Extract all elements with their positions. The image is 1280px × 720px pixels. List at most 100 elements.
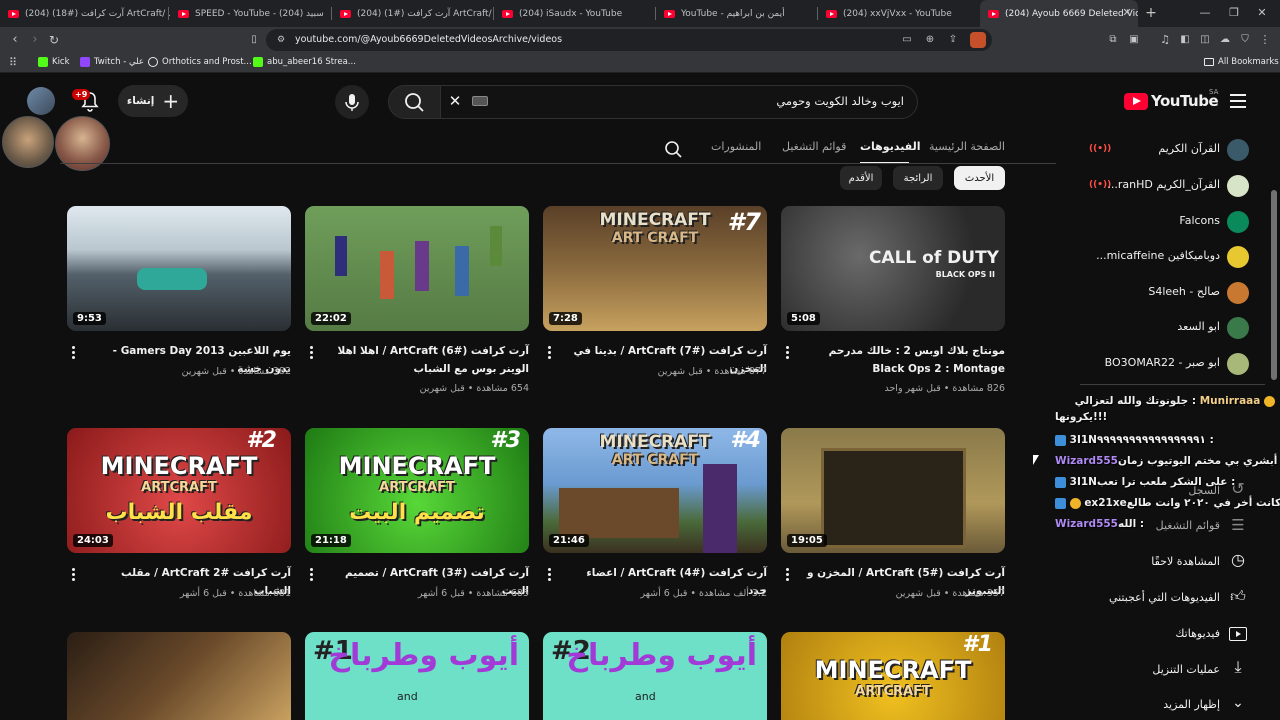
sidebar-item-downloads[interactable]: عمليات التنزيل	[1152, 663, 1220, 676]
video-menu-icon[interactable]	[548, 568, 552, 582]
video-thumbnail[interactable]: MINECRAFT ART CRAFT #4 21:46	[543, 428, 767, 553]
video-thumbnail[interactable]	[67, 632, 291, 720]
site-info-icon[interactable]: ⚙	[275, 33, 287, 47]
subscription-item[interactable]: القرآن_الكريم ranHD...	[1107, 178, 1220, 191]
sidebar-scrollbar[interactable]	[1271, 190, 1277, 380]
video-thumbnail[interactable]: MINECRAFT ARTCRAFT #1	[781, 632, 1005, 720]
chip-latest[interactable]: الأحدث	[954, 166, 1005, 190]
apps-icon[interactable]: ⠿	[6, 56, 20, 70]
browser-tab[interactable]: (204) xxVjVxx - YouTube	[818, 0, 980, 27]
subscription-item[interactable]: Falcons	[1179, 214, 1220, 227]
sidebar-item-show-more[interactable]: إظهار المزيد	[1163, 698, 1220, 711]
sidebar-item-your-videos[interactable]: فيديوهاتك	[1175, 627, 1220, 640]
bookmark-item[interactable]: Twitch - علي	[80, 57, 144, 67]
sidebar-item-watch-later[interactable]: المشاهدة لاحقًا	[1151, 555, 1220, 568]
sidebar-item-label: فيديوهاتك	[1175, 627, 1220, 640]
tab-home[interactable]: الصفحة الرئيسية	[929, 140, 1005, 153]
bookmark-label: Orthotics and Prost...	[162, 57, 252, 67]
video-title[interactable]: آرت كرافت (#6) ArtCraft / اهلا اهلا الوي…	[329, 342, 529, 378]
video-thumbnail[interactable]: #2 أيوب وطرباخ and	[543, 632, 767, 720]
share-icon[interactable]: ⇪	[946, 33, 960, 47]
sidebar-item-playlists[interactable]: قوائم التشغيل	[1156, 519, 1220, 532]
video-meta: 654 مشاهدة • قبل شهرين	[419, 383, 529, 394]
menu-icon[interactable]	[1230, 94, 1246, 108]
bookmark-item[interactable]: Kick	[38, 57, 70, 67]
new-tab-icon[interactable]: +	[1144, 6, 1158, 20]
subscription-item[interactable]: القرآن الكريم	[1158, 142, 1220, 155]
url-text[interactable]: youtube.com/@Ayoub6669DeletedVideosArchi…	[295, 34, 562, 45]
video-menu-icon[interactable]	[72, 346, 76, 360]
video-duration: 22:02	[311, 312, 351, 325]
avatar[interactable]	[27, 87, 55, 115]
extension-icon[interactable]	[970, 32, 986, 48]
bookmark-item[interactable]: Orthotics and Prost...	[148, 57, 252, 67]
thumbnail-text: CALL of DUTY	[868, 248, 999, 268]
browser-tab[interactable]: SPEED - YouTube - سبيد (204)	[170, 0, 332, 27]
keyboard-icon[interactable]	[472, 96, 488, 106]
video-menu-icon[interactable]	[310, 346, 314, 360]
youtube-logo-icon[interactable]	[1124, 93, 1148, 110]
create-button[interactable]: إنشاء +	[118, 85, 188, 117]
browser-tab[interactable]: (204) آرت كرافت (#18) ArtCraft/ الحلـ	[0, 0, 170, 27]
zoom-icon[interactable]: ⊕	[923, 33, 937, 47]
thumbnail-text: أيوب وطرباخ	[566, 638, 757, 673]
forward-icon[interactable]: ›	[28, 33, 42, 47]
shield-icon[interactable]: ⛉	[1238, 33, 1252, 47]
tab-videos[interactable]: الفيديوهات	[860, 140, 921, 153]
close-window-icon[interactable]: ✕	[1255, 6, 1269, 20]
thumbnail-number: #4	[730, 428, 761, 453]
video-thumbnail[interactable]: CALL of DUTY BLACK OPS II 5:08	[781, 206, 1005, 331]
vpn-icon[interactable]: ☁	[1218, 33, 1232, 47]
search-button[interactable]	[388, 85, 442, 119]
channel-avatar	[1227, 139, 1249, 161]
chip-popular[interactable]: الرائجة	[893, 166, 943, 190]
browser-tab[interactable]: (204) آرت كرافت (#1) ArtCraft/ جزيرة	[332, 0, 494, 27]
video-thumbnail[interactable]: MINECRAFT ARTCRAFT تصميم البيت #3 21:18	[305, 428, 529, 553]
minimize-icon[interactable]: —	[1198, 6, 1212, 20]
video-title[interactable]: مونتاج بلاك اوبس 2 : خالك مدرحم Black Op…	[805, 342, 1005, 378]
video-thumbnail[interactable]: MINECRAFT ARTCRAFT مقلب الشباب #2 24:03	[67, 428, 291, 553]
video-menu-icon[interactable]	[72, 568, 76, 582]
chip-oldest[interactable]: الأقدم	[840, 166, 882, 190]
bookmark-icon[interactable]: ▯	[247, 33, 261, 47]
video-thumbnail[interactable]: 19:05	[781, 428, 1005, 553]
subscription-item[interactable]: ابو السعد	[1177, 320, 1220, 333]
clear-search-icon[interactable]: ✕	[447, 94, 463, 109]
browser-tab[interactable]: YouTube - أيمن بن ابراهيم	[656, 0, 818, 27]
reload-icon[interactable]: ↻	[47, 33, 61, 47]
live-indicator-icon: ((•))	[1089, 180, 1112, 190]
browser-tab-active[interactable]: (204) Ayoub 6669 Deleted Video	[980, 0, 1138, 27]
sidebar-item-label: المشاهدة لاحقًا	[1151, 555, 1220, 568]
browser-tab[interactable]: (204) iSaudx - YouTube	[494, 0, 656, 27]
video-menu-icon[interactable]	[310, 568, 314, 582]
chat-message: 3I1Nعلى الشكر ملعب ترا تعب :	[1055, 476, 1235, 488]
video-menu-icon[interactable]	[786, 346, 790, 360]
video-thumbnail[interactable]: #1 أيوب وطرباخ and	[305, 632, 529, 720]
media-icon[interactable]: ♫	[1158, 33, 1172, 47]
subscription-item[interactable]: دوباميكافين micaffeine...	[1096, 249, 1220, 262]
voice-search-button[interactable]	[335, 85, 369, 119]
tab-playlists[interactable]: قوائم التشغيل	[782, 140, 846, 153]
sidebar-item-liked[interactable]: الفيديوهات التي أعجبتني	[1109, 591, 1220, 604]
menu-dots-icon[interactable]: ⋮	[1258, 33, 1272, 47]
back-icon[interactable]: ‹	[8, 33, 22, 47]
screenshot-icon[interactable]: ▣	[1127, 33, 1141, 47]
bookmark-item[interactable]: abu_abeer16 Strea...	[253, 57, 356, 67]
video-menu-icon[interactable]	[786, 568, 790, 582]
video-thumbnail[interactable]: 9:53	[67, 206, 291, 331]
all-bookmarks[interactable]: All Bookmarks	[1204, 57, 1279, 67]
subscription-item[interactable]: ابو صبر - BO3OMAR22	[1105, 356, 1220, 369]
tab-posts[interactable]: المنشورات	[711, 140, 761, 153]
restore-icon[interactable]: ❐	[1227, 6, 1241, 20]
close-tab-icon[interactable]: ✕	[1121, 6, 1133, 20]
channel-search-icon[interactable]	[663, 139, 683, 159]
extensions-icon[interactable]: ⧉	[1106, 33, 1120, 47]
webcam-overlay	[2, 116, 54, 168]
video-thumbnail[interactable]: 22:02	[305, 206, 529, 331]
wallet-icon[interactable]: ◫	[1198, 33, 1212, 47]
subscription-item[interactable]: صالح - S4leeh	[1148, 285, 1220, 298]
sidepanel-icon[interactable]: ◧	[1178, 33, 1192, 47]
install-app-icon[interactable]: ▭	[900, 33, 914, 47]
video-thumbnail[interactable]: MINECRAFT ART CRAFT #7 7:28	[543, 206, 767, 331]
video-menu-icon[interactable]	[548, 346, 552, 360]
